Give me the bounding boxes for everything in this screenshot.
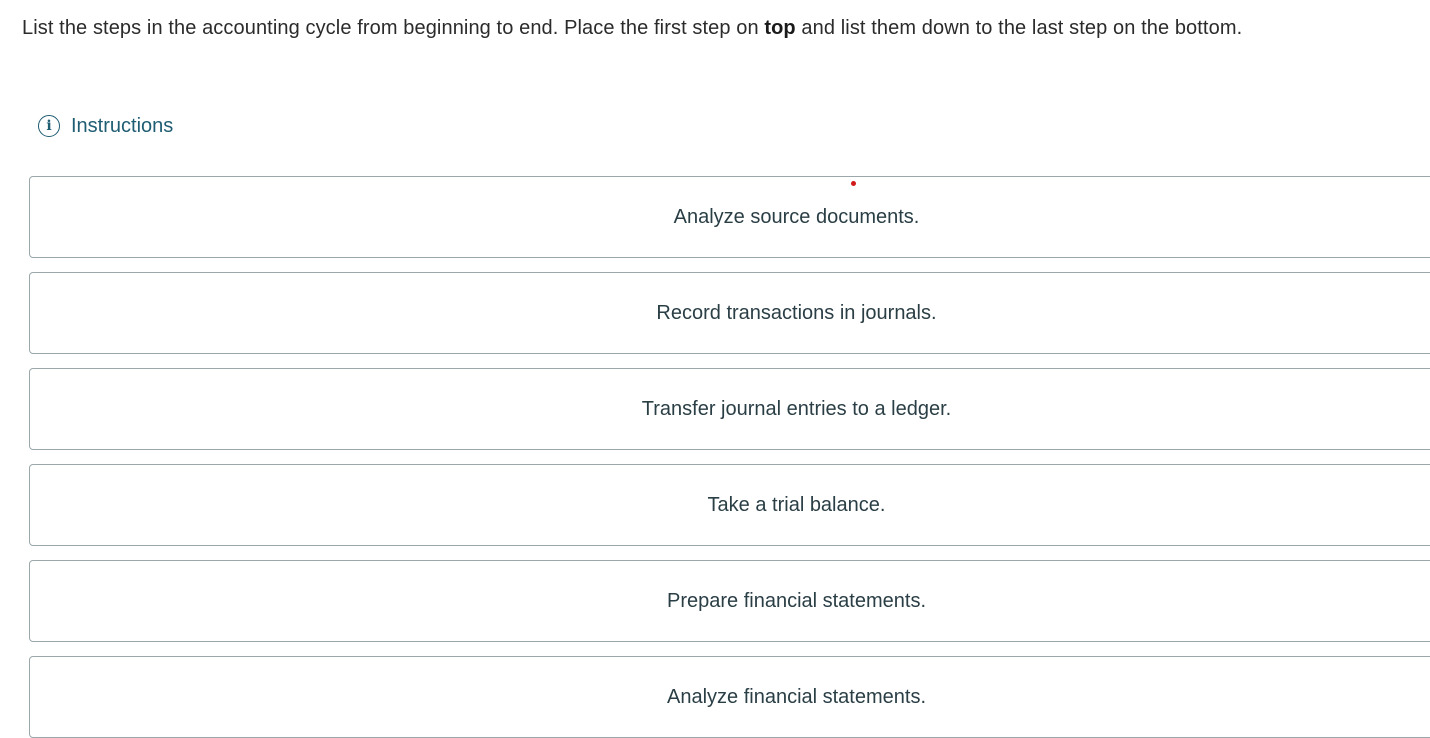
red-dot-marker xyxy=(851,181,856,186)
sortable-step-item[interactable]: Prepare financial statements. xyxy=(29,560,1430,642)
step-label: Record transactions in journals. xyxy=(656,302,937,324)
sortable-step-item[interactable]: Record transactions in journals. xyxy=(29,272,1430,354)
step-label: Transfer journal entries to a ledger. xyxy=(641,398,952,420)
sortable-step-item[interactable]: Analyze financial statements. xyxy=(29,656,1430,738)
question-text-after: and list them down to the last step on t… xyxy=(795,17,1243,39)
sortable-step-item[interactable]: Take a trial balance. xyxy=(29,464,1430,546)
question-text-bold: top xyxy=(764,17,796,39)
sortable-step-item[interactable]: Transfer journal entries to a ledger. xyxy=(29,368,1430,450)
sortable-step-item[interactable]: Analyze source documents. xyxy=(29,176,1430,258)
step-label: Analyze financial statements. xyxy=(666,686,927,708)
instructions-link[interactable]: i Instructions xyxy=(38,112,173,140)
step-label: Prepare financial statements. xyxy=(666,590,927,612)
question-prompt: List the steps in the accounting cycle f… xyxy=(22,17,1242,40)
question-text-before: List the steps in the accounting cycle f… xyxy=(22,17,765,39)
step-label: Take a trial balance. xyxy=(707,494,886,516)
info-icon: i xyxy=(38,115,60,137)
instructions-label: Instructions xyxy=(71,114,174,137)
step-label: Analyze source documents. xyxy=(673,206,920,228)
